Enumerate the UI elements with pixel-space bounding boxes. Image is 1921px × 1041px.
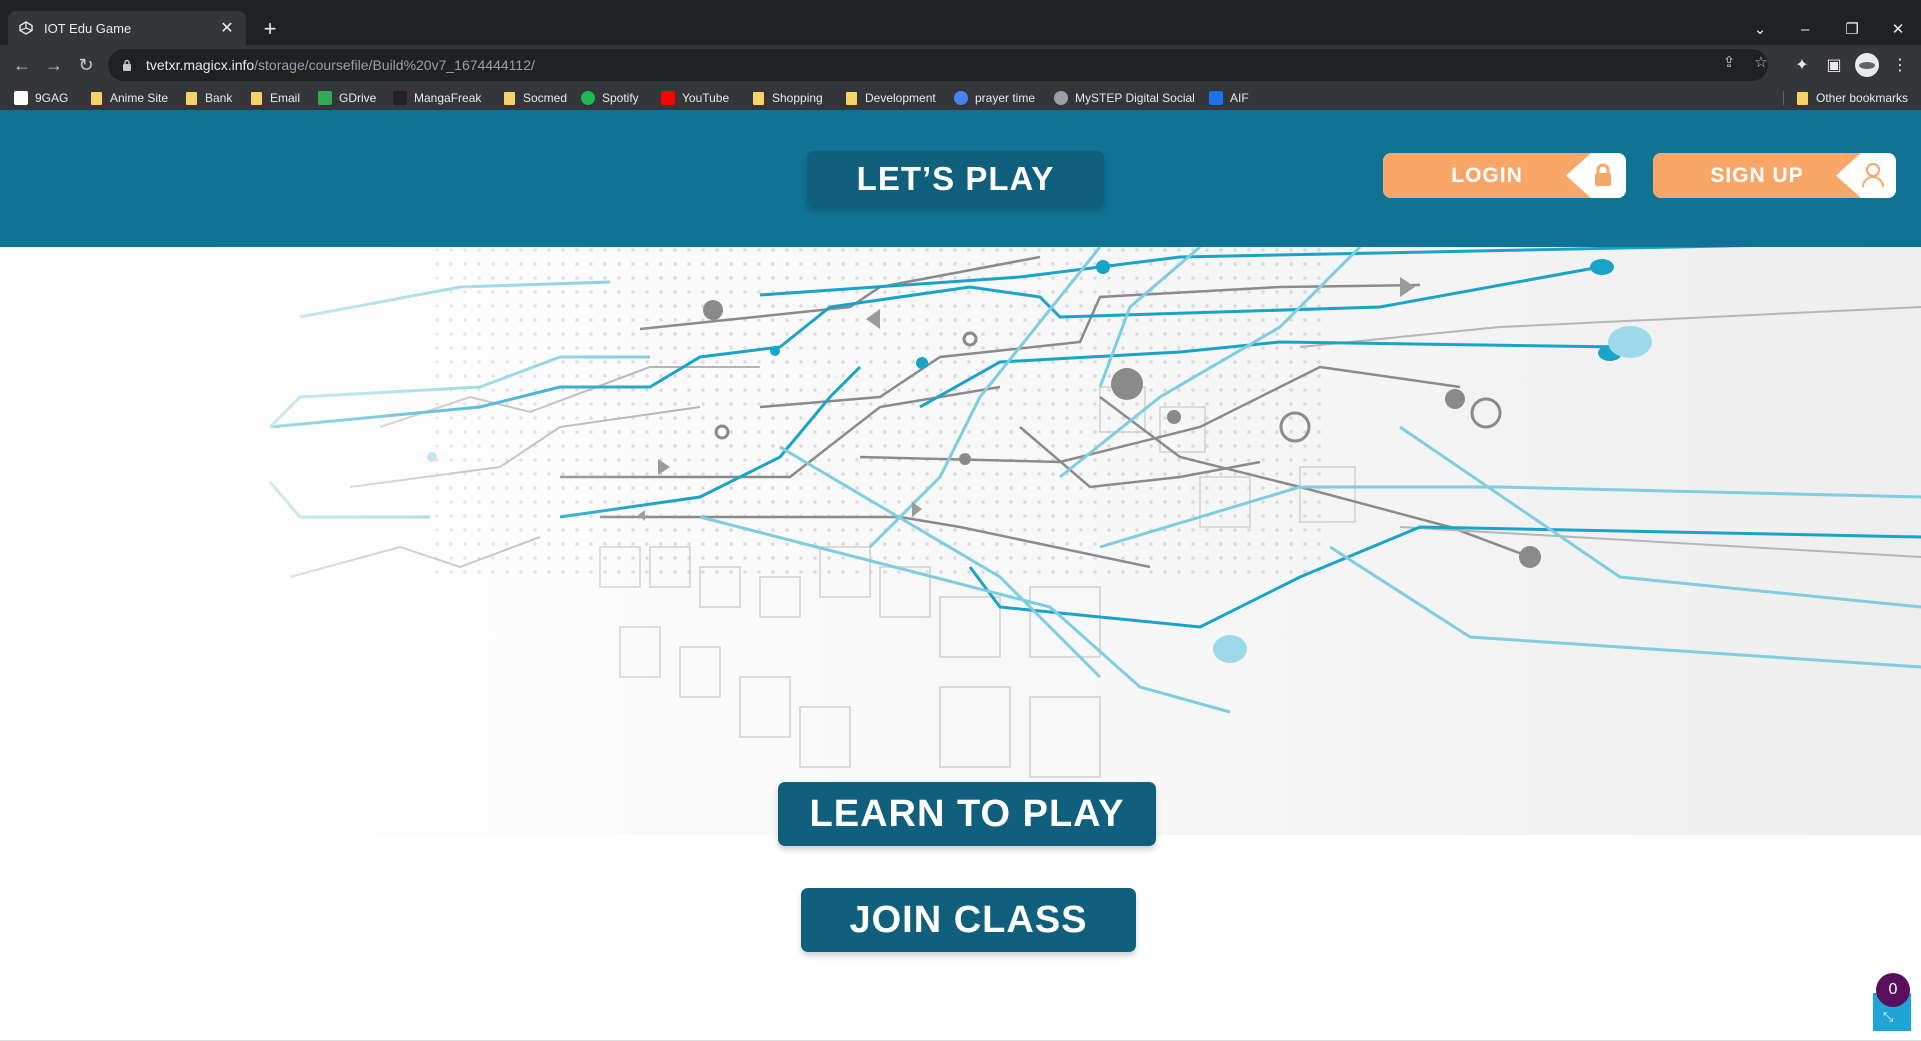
tab-strip: IOT Edu Game ✕ + ⌄ – ❐ ✕ [0, 7, 1921, 45]
bookmark-item[interactable]: Anime Site [89, 89, 168, 107]
address-bar[interactable]: tvetxr.magicx.info/storage/coursefile/Bu… [108, 49, 1768, 81]
browser-tab[interactable]: IOT Edu Game ✕ [8, 11, 246, 45]
notification-badge[interactable]: 0 [1876, 973, 1910, 1007]
bookmark-label: Anime Site [110, 91, 169, 105]
folder-icon [184, 91, 198, 105]
restore-icon[interactable]: ❐ [1840, 17, 1864, 41]
url-host: tvetxr.magicx.info [146, 57, 255, 73]
bookmark-item[interactable]: Bank [184, 89, 232, 107]
bookmark-item[interactable]: Development [844, 89, 936, 107]
minimize-icon[interactable]: – [1793, 17, 1817, 41]
circuit-illustration [0, 247, 1921, 835]
9gag-icon [14, 91, 28, 105]
folder-icon [844, 91, 858, 105]
lets-play-banner: LET’S PLAY [807, 151, 1104, 207]
bookmark-item[interactable]: 9GAG [14, 89, 68, 107]
user-icon [1860, 162, 1886, 188]
forward-icon[interactable]: → [42, 53, 66, 77]
sign-up-button[interactable]: SIGN UP [1653, 153, 1896, 198]
folder-icon [89, 91, 103, 105]
bookmark-star-icon[interactable]: ☆ [1752, 53, 1770, 71]
login-button[interactable]: LOGIN [1383, 153, 1626, 198]
bookmark-label: Socmed [523, 91, 568, 105]
bookmark-item[interactable]: prayer time [954, 89, 1035, 107]
bookmark-item[interactable]: YouTube [661, 89, 729, 107]
bookmark-label: Shopping [772, 91, 823, 105]
close-tab-icon[interactable]: ✕ [218, 19, 236, 37]
folder-icon [249, 91, 263, 105]
menu-icon[interactable]: ⋮ [1888, 53, 1912, 77]
window-close-icon[interactable]: ✕ [1886, 17, 1910, 41]
bookmark-item[interactable]: MangaFreak [393, 89, 481, 107]
title-bar [0, 0, 1921, 7]
lock-icon [122, 58, 136, 72]
bookmark-item[interactable]: AIF [1209, 89, 1249, 107]
profile-avatar-icon[interactable] [1855, 53, 1879, 77]
game-page: LET’S PLAY LOGIN SIGN UP LEARN TO PLAY J… [0, 110, 1921, 1041]
learn-to-play-button[interactable]: LEARN TO PLAY [778, 782, 1156, 846]
bookmark-label: MySTEP Digital Social [1075, 91, 1195, 105]
gdrive-icon [318, 91, 332, 105]
extensions-icon[interactable]: ✦ [1790, 53, 1814, 77]
side-panel-icon[interactable]: ▣ [1822, 53, 1846, 77]
bookmark-other[interactable]: Other bookmarks [1795, 89, 1908, 107]
url-path: /storage/coursefile/Build%20v7_167444411… [254, 57, 535, 73]
back-icon[interactable]: ← [10, 53, 34, 77]
bookmark-item[interactable]: Shopping [751, 89, 823, 107]
bookmark-label: Other bookmarks [1816, 91, 1909, 105]
bookmark-label: prayer time [975, 91, 1036, 105]
browser-toolbar: ← → ↻ tvetxr.magicx.info/storage/coursef… [0, 45, 1921, 85]
unity-favicon-icon [18, 20, 34, 36]
bookmark-label: GDrive [339, 91, 377, 105]
bookmark-label: YouTube [682, 91, 730, 105]
share-icon[interactable]: ⇪ [1720, 53, 1738, 71]
tab-title: IOT Edu Game [44, 20, 132, 36]
join-class-button[interactable]: JOIN CLASS [801, 888, 1136, 952]
bookmark-item[interactable]: Spotify [581, 89, 639, 107]
circuit-hero-image [0, 247, 1921, 835]
folder-icon [502, 91, 516, 105]
bookmark-item[interactable]: Socmed [502, 89, 567, 107]
mangafreak-icon [393, 91, 407, 105]
bookmark-label: Email [270, 91, 301, 105]
tab-search-icon[interactable]: ⌄ [1748, 17, 1772, 41]
aif-icon [1209, 91, 1223, 105]
bookmark-label: Development [865, 91, 936, 105]
login-label: LOGIN [1383, 153, 1591, 198]
bookmark-item[interactable]: GDrive [318, 89, 376, 107]
mystep-icon [1054, 91, 1068, 105]
spotify-icon [581, 91, 595, 105]
youtube-icon [661, 91, 675, 105]
bookmark-label: Bank [205, 91, 233, 105]
reload-icon[interactable]: ↻ [74, 53, 98, 77]
bookmark-label: MangaFreak [414, 91, 482, 105]
bookmarks-bar: Other bookmarks 9GAG Anime Site Bank Email G… [0, 85, 1921, 110]
bookmark-label: 9GAG [35, 91, 69, 105]
sign-up-label: SIGN UP [1653, 153, 1861, 198]
bookmark-item[interactable]: MySTEP Digital Social [1054, 89, 1195, 107]
folder-icon [1795, 91, 1809, 105]
bookmarks-separator [1783, 91, 1784, 105]
google-icon [954, 91, 968, 105]
browser-chrome: IOT Edu Game ✕ + ⌄ – ❐ ✕ ← → ↻ tvetxr.ma… [0, 0, 1921, 110]
folder-icon [751, 91, 765, 105]
lock-icon [1590, 162, 1616, 188]
bookmark-label: Spotify [602, 91, 639, 105]
bookmark-item[interactable]: Email [249, 89, 300, 107]
bookmark-label: AIF [1230, 91, 1249, 105]
new-tab-icon[interactable]: + [258, 16, 282, 41]
